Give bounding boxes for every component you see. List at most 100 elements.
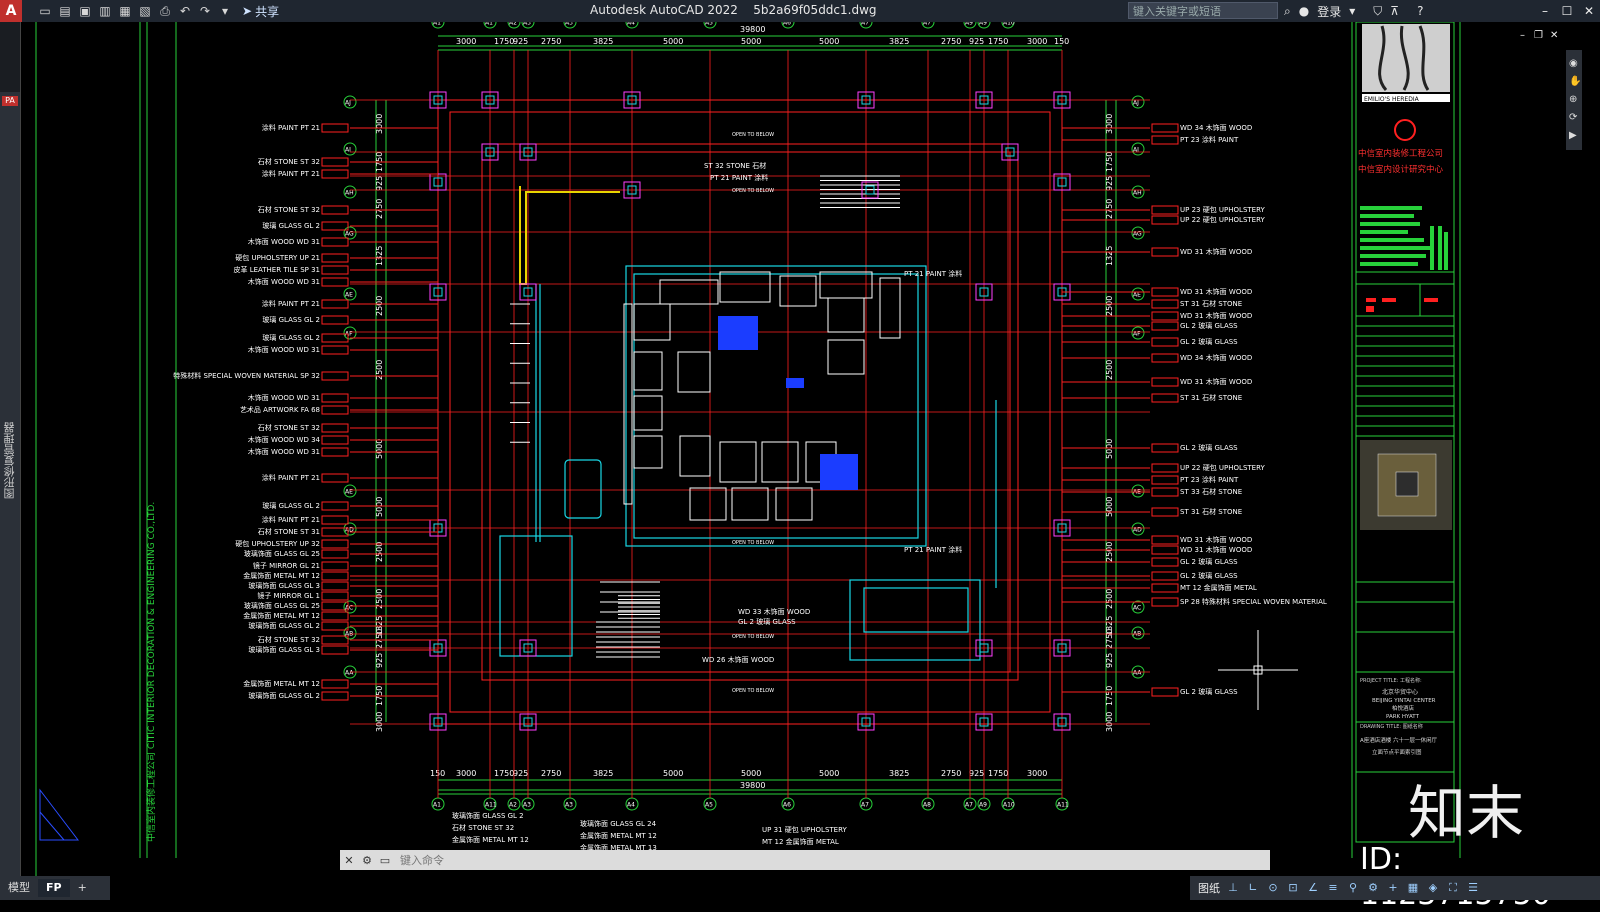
left-callout-tag [321,591,349,601]
bottom-axis-bubble: A10 [1001,797,1015,811]
open-to-below-note: OPEN TO BELOW [732,634,774,640]
status-bar: 图纸 ⊥ ∟ ⊙ ⊡ ∠ ≡ ⚲ ⚙ + ▦ ◈ ⛶ ☰ [1190,876,1600,900]
interior-room [719,441,757,483]
help-search-input[interactable]: 键入关键字或短语 [1128,2,1278,19]
help-icon[interactable]: ? [1417,4,1423,18]
right-callout-tag [1151,557,1179,567]
plus-icon[interactable]: + [1386,881,1400,895]
left-callout: 木饰面 WOOD WD 31 [248,345,320,354]
right-axis-bubble: AB [1131,626,1145,640]
maximize-icon[interactable]: ☐ [1556,0,1578,22]
right-callout: UP 22 硬包 UPHOLSTERY [1180,215,1266,224]
left-callout-tag [321,221,349,231]
bottom-axis-bubble: A3 [563,797,577,811]
isolate-icon[interactable]: ◈ [1426,881,1440,895]
left-callout: 石材 STONE ST 32 [258,205,320,214]
title-block-brand: EMILIO'S HEREDIA [1364,96,1420,103]
cart-icon[interactable]: ⛉ [1373,4,1382,19]
print-icon[interactable]: ⎙ [158,4,172,18]
bottom-dimension-text: 5000 [741,769,761,778]
new-icon[interactable]: ▭ [38,4,52,18]
showmotion-icon[interactable]: ▶ [1569,130,1577,141]
annotation-icon[interactable]: ⚲ [1346,881,1360,895]
top-dimension-text: 925 [513,37,528,46]
polar-icon[interactable]: ⊙ [1266,881,1280,895]
left-axis-bubble: AC [343,600,357,614]
customize-icon[interactable]: ☰ [1466,881,1480,895]
right-callout: ST 31 石材 STONE [1180,299,1242,308]
left-callout-tag [321,315,349,325]
right-callout-tag [1151,377,1179,387]
autocad-logo-icon[interactable]: A [0,0,22,22]
saveas-icon[interactable]: ▥ [98,4,112,18]
add-layout-button[interactable]: + [70,879,95,897]
close-icon[interactable]: ✕ [1578,0,1600,22]
palette-header [0,22,20,92]
workspace-icon[interactable]: ⚙ [1366,881,1380,895]
navigation-bar: ◉ ✋ ⊕ ⟳ ▶ [1566,50,1582,150]
login-button[interactable]: 登录 [1317,3,1341,20]
pan-icon[interactable]: ✋ [1569,74,1581,87]
left-callout-tag [321,611,349,621]
command-close-icon[interactable]: ✕ [340,854,358,867]
drawing-canvas[interactable]: 中信室内装修工程公司 CITIC INTERIOR DECORATION & E… [20,22,1600,878]
orbit-icon[interactable]: ⟳ [1569,112,1578,123]
left-callout: 玻璃饰面 GLASS GL 25 [244,549,320,558]
left-material-callouts: 涂料 PAINT PT 21 石材 STONE ST 32 涂料 PAINT PT … [173,123,438,701]
viewport-restore-icon[interactable]: ❐ [1534,30,1543,41]
publish-icon[interactable]: ▦ [118,4,132,18]
command-input[interactable]: 键入命令 [400,852,444,868]
viewport-close-icon[interactable]: ✕ [1550,30,1558,41]
ortho-icon[interactable]: ∟ [1246,881,1260,895]
left-callout: 涂料 PAINT PT 21 [262,123,320,132]
undo-icon[interactable]: ↶ [178,4,192,18]
left-callout-tag [321,539,349,549]
lineweight-icon[interactable]: ≡ [1326,881,1340,895]
paper-space-label[interactable]: 图纸 [1198,880,1220,896]
viewport-controls: – ❐ ✕ [1520,30,1558,41]
tab-model[interactable]: 模型 [0,879,38,897]
share-button[interactable]: ➤ 共享 [242,3,279,20]
drawing-recovery-manager-tab[interactable]: 图形修复管理器 [2,422,18,499]
login-dropdown-icon[interactable]: ▾ [1349,4,1355,18]
minimize-icon[interactable]: – [1534,0,1556,22]
inner-callout: PT 21 PAINT 涂料 [904,545,962,554]
right-callout: PT 23 涂料 PAINT [1180,135,1239,144]
units-icon[interactable]: ▦ [1406,881,1420,895]
top-axis-bubble-label: A1 [485,22,493,27]
fullscreen-icon[interactable]: ⛶ [1446,881,1460,895]
top-dimension-text: 2750 [941,37,961,46]
open-to-below-note: OPEN TO BELOW [732,132,774,138]
left-callout-tag [321,447,349,457]
tab-fp[interactable]: FP [38,879,70,897]
redo-icon[interactable]: ↷ [198,4,212,18]
search-icon[interactable]: ⌕ [1284,4,1291,19]
steering-wheel-icon[interactable]: ◉ [1569,58,1578,69]
left-axis-bubble: AG [343,226,357,240]
bottom-callout: 金属饰面 METAL MT 12 [452,835,529,844]
bottom-material-callouts: 玻璃饰面 GLASS GL 2 石材 STONE ST 32 金属饰面 METAL … [452,811,848,852]
left-callout-tag [321,393,349,403]
right-dimension-text: 2500 [1105,296,1114,316]
right-callout-tag [1151,215,1179,225]
otrack-icon[interactable]: ∠ [1306,881,1320,895]
drawing-title-label: DRAWING TITLE: 图纸名称 [1360,723,1423,730]
osnap-icon[interactable]: ⊡ [1286,881,1300,895]
zoom-icon[interactable]: ⊕ [1569,94,1577,105]
viewport-minimize-icon[interactable]: – [1520,30,1525,41]
inner-callout: PT 21 PAINT 涂料 [710,173,768,182]
left-axis-bubble-label: AI [345,147,351,154]
command-customize-icon[interactable]: ⚙ [358,854,376,867]
open-icon[interactable]: ▤ [58,4,72,18]
customize-dropdown-icon[interactable]: ▾ [218,4,232,18]
plot-icon[interactable]: ▧ [138,4,152,18]
command-history-icon[interactable]: ▭ [376,854,394,867]
snap-icon[interactable]: ⊥ [1226,881,1240,895]
left-callout: 涂料 PAINT PT 21 [262,169,320,178]
left-axis-bubble: AI [343,142,357,156]
autodesk-account-icon[interactable]: ⊼ [1390,4,1399,18]
right-dimension-text: 925 [1105,653,1114,668]
left-callout-tag [321,571,349,581]
user-icon[interactable]: ● [1299,4,1309,18]
save-icon[interactable]: ▣ [78,4,92,18]
